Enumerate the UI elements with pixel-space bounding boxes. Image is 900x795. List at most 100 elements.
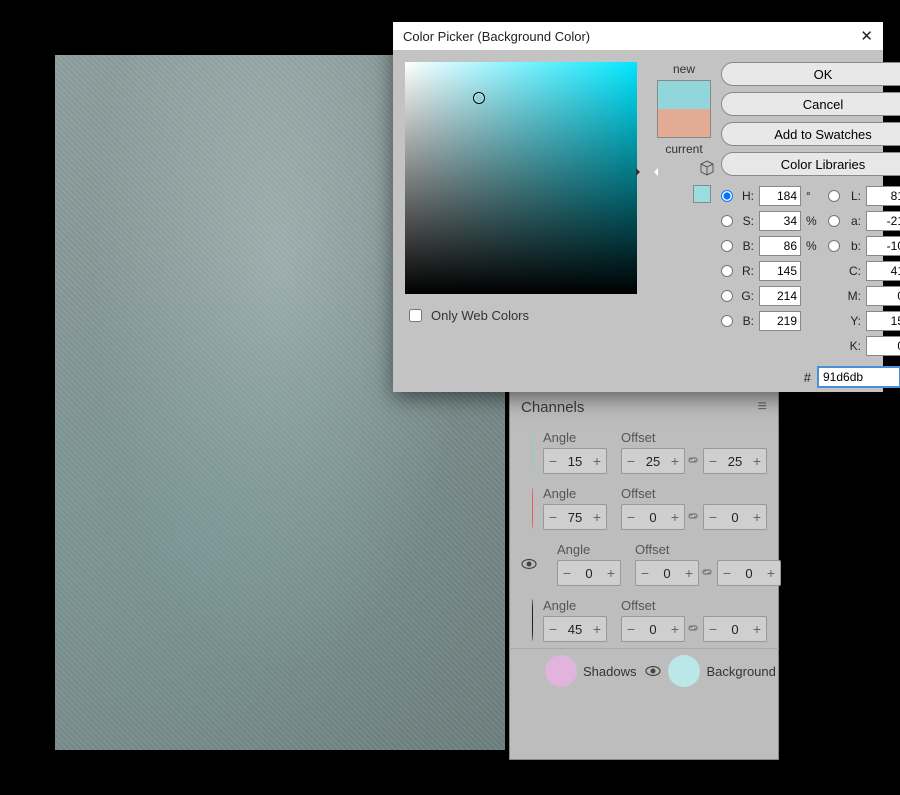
- channels-title: Channels: [521, 399, 584, 416]
- field-S[interactable]: [759, 211, 801, 231]
- visibility-toggle-0[interactable]: [521, 445, 522, 459]
- ox-2[interactable]: −0+: [635, 560, 699, 586]
- channel-swatch-1[interactable]: [532, 487, 533, 529]
- color-picker-dialog: Color Picker (Background Color) ✕ Only W…: [393, 22, 883, 392]
- only-web-colors[interactable]: Only Web Colors: [405, 306, 637, 325]
- sv-cursor[interactable]: [473, 92, 485, 104]
- visibility-toggle-1[interactable]: [521, 501, 522, 515]
- add-swatches-button[interactable]: Add to Swatches: [721, 122, 900, 146]
- ox-3-dec[interactable]: −: [622, 617, 640, 641]
- oy-1-dec[interactable]: −: [704, 505, 722, 529]
- field-b[interactable]: [866, 236, 900, 256]
- close-icon[interactable]: ✕: [860, 27, 873, 45]
- shadows-swatch[interactable]: [545, 655, 577, 687]
- oy-2-inc[interactable]: +: [762, 561, 780, 585]
- cancel-button[interactable]: Cancel: [721, 92, 900, 116]
- angle-3-dec[interactable]: −: [544, 617, 562, 641]
- field-B[interactable]: [759, 236, 801, 256]
- ox-1[interactable]: −0+: [621, 504, 685, 530]
- link-icon[interactable]: [687, 622, 701, 636]
- background-swatch[interactable]: [668, 655, 700, 687]
- oy-2[interactable]: −0+: [717, 560, 781, 586]
- angle-1-inc[interactable]: +: [588, 505, 606, 529]
- mode-a[interactable]: [828, 215, 840, 227]
- visibility-toggle-3[interactable]: [521, 613, 522, 627]
- mode-S[interactable]: [721, 215, 733, 227]
- cube-icon[interactable]: [699, 160, 715, 179]
- oy-3-inc[interactable]: +: [748, 617, 766, 641]
- field-K[interactable]: [866, 336, 900, 356]
- ox-1-dec[interactable]: −: [622, 505, 640, 529]
- oy-0-inc[interactable]: +: [748, 449, 766, 473]
- field-C[interactable]: [866, 261, 900, 281]
- mode-R[interactable]: [721, 265, 733, 277]
- visibility-background[interactable]: [644, 664, 662, 678]
- ox-2-dec[interactable]: −: [636, 561, 654, 585]
- label-Y: Y:: [845, 314, 861, 328]
- ox-0-dec[interactable]: −: [622, 449, 640, 473]
- mode-b[interactable]: [828, 240, 840, 252]
- ox-1-inc[interactable]: +: [666, 505, 684, 529]
- label-H: H:: [738, 189, 754, 203]
- mode-B[interactable]: [721, 315, 733, 327]
- ox-2-inc[interactable]: +: [680, 561, 698, 585]
- channel-row-3: Angle−45+ Offset−0+−0+: [509, 592, 779, 648]
- link-icon[interactable]: [687, 510, 701, 524]
- panel-menu-icon[interactable]: ≡: [758, 398, 767, 416]
- oy-0-dec[interactable]: −: [704, 449, 722, 473]
- label-R: R:: [738, 264, 754, 278]
- ok-button[interactable]: OK: [721, 62, 900, 86]
- angle-2[interactable]: −0+: [557, 560, 621, 586]
- oy-3[interactable]: −0+: [703, 616, 767, 642]
- only-web-checkbox[interactable]: [409, 309, 422, 322]
- dialog-titlebar[interactable]: Color Picker (Background Color) ✕: [393, 22, 883, 50]
- saturation-value-field[interactable]: [405, 62, 637, 294]
- angle-0-inc[interactable]: +: [588, 449, 606, 473]
- field-H[interactable]: [759, 186, 801, 206]
- field-R[interactable]: [759, 261, 801, 281]
- label-b: b:: [845, 239, 861, 253]
- current-label: current: [665, 142, 702, 156]
- mode-G[interactable]: [721, 290, 733, 302]
- field-B[interactable]: [759, 311, 801, 331]
- angle-2-dec[interactable]: −: [558, 561, 576, 585]
- angle-2-inc[interactable]: +: [602, 561, 620, 585]
- angle-1[interactable]: −75+: [543, 504, 607, 530]
- oy-3-dec[interactable]: −: [704, 617, 722, 641]
- label-G: G:: [738, 289, 754, 303]
- field-G[interactable]: [759, 286, 801, 306]
- visibility-toggle-2[interactable]: [521, 557, 537, 571]
- angle-0-dec[interactable]: −: [544, 449, 562, 473]
- label-S: S:: [738, 214, 754, 228]
- angle-3[interactable]: −45+: [543, 616, 607, 642]
- label-L: L:: [845, 189, 861, 203]
- ox-0[interactable]: −25+: [621, 448, 685, 474]
- ox-3[interactable]: −0+: [621, 616, 685, 642]
- field-a[interactable]: [866, 211, 900, 231]
- ox-3-inc[interactable]: +: [666, 617, 684, 641]
- hex-input[interactable]: [817, 366, 900, 388]
- mode-H[interactable]: [721, 190, 733, 202]
- field-L[interactable]: [866, 186, 900, 206]
- mode-B[interactable]: [721, 240, 733, 252]
- channel-row-1: Angle−75+ Offset−0+−0+: [509, 480, 779, 536]
- angle-3-inc[interactable]: +: [588, 617, 606, 641]
- websafe-swatch[interactable]: [693, 185, 711, 203]
- channel-swatch-0[interactable]: [532, 431, 533, 473]
- link-icon[interactable]: [687, 454, 701, 468]
- mode-L[interactable]: [828, 190, 840, 202]
- color-libraries-button[interactable]: Color Libraries: [721, 152, 900, 176]
- visibility-shadows[interactable]: [521, 664, 539, 678]
- field-Y[interactable]: [866, 311, 900, 331]
- oy-2-dec[interactable]: −: [718, 561, 736, 585]
- angle-1-dec[interactable]: −: [544, 505, 562, 529]
- link-icon[interactable]: [701, 566, 715, 580]
- channel-swatch-3[interactable]: [532, 599, 533, 641]
- oy-1[interactable]: −0+: [703, 504, 767, 530]
- ox-0-inc[interactable]: +: [666, 449, 684, 473]
- angle-0[interactable]: −15+: [543, 448, 607, 474]
- oy-1-inc[interactable]: +: [748, 505, 766, 529]
- field-M[interactable]: [866, 286, 900, 306]
- current-color-swatch[interactable]: [658, 109, 710, 137]
- oy-0[interactable]: −25+: [703, 448, 767, 474]
